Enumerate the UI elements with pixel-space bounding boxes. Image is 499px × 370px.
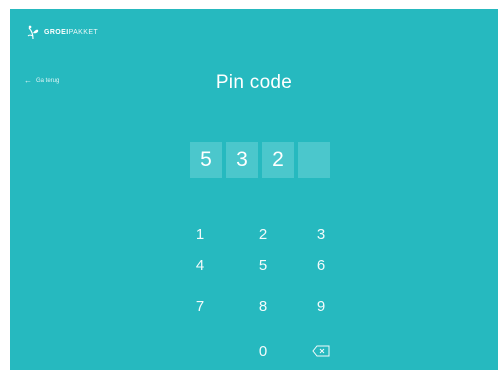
sprout-logo-icon — [27, 25, 39, 40]
logo-text: GROEIPAKKET — [44, 29, 98, 36]
keypad-key-6[interactable]: 6 — [306, 254, 336, 276]
pin-digit-3: 2 — [262, 142, 294, 178]
backspace-icon — [312, 345, 330, 357]
pin-digit-1: 5 — [190, 142, 222, 178]
keypad-key-4[interactable]: 4 — [185, 254, 215, 276]
app-container: GROEIPAKKET ← Ga terug Pin code 5 3 2 1 … — [10, 9, 498, 370]
logo-text-light: PAKKET — [68, 28, 99, 36]
keypad-key-0[interactable]: 0 — [248, 340, 278, 362]
keypad-key-1[interactable]: 1 — [185, 223, 215, 245]
pin-code-display: 5 3 2 — [190, 142, 330, 178]
backspace-button[interactable] — [306, 340, 336, 362]
pin-digit-2: 3 — [226, 142, 258, 178]
keypad-key-9[interactable]: 9 — [306, 295, 336, 317]
pin-digit-4 — [298, 142, 330, 178]
page-title: Pin code — [215, 72, 293, 93]
logo-text-bold: GROEI — [44, 28, 69, 36]
keypad-key-3[interactable]: 3 — [306, 223, 336, 245]
keypad-key-5[interactable]: 5 — [248, 254, 278, 276]
screen: GROEIPAKKET ← Ga terug Pin code 5 3 2 1 … — [0, 0, 499, 370]
keypad-key-2[interactable]: 2 — [248, 223, 278, 245]
logo: GROEIPAKKET — [26, 24, 98, 40]
keypad-key-7[interactable]: 7 — [185, 295, 215, 317]
keypad-key-8[interactable]: 8 — [248, 295, 278, 317]
